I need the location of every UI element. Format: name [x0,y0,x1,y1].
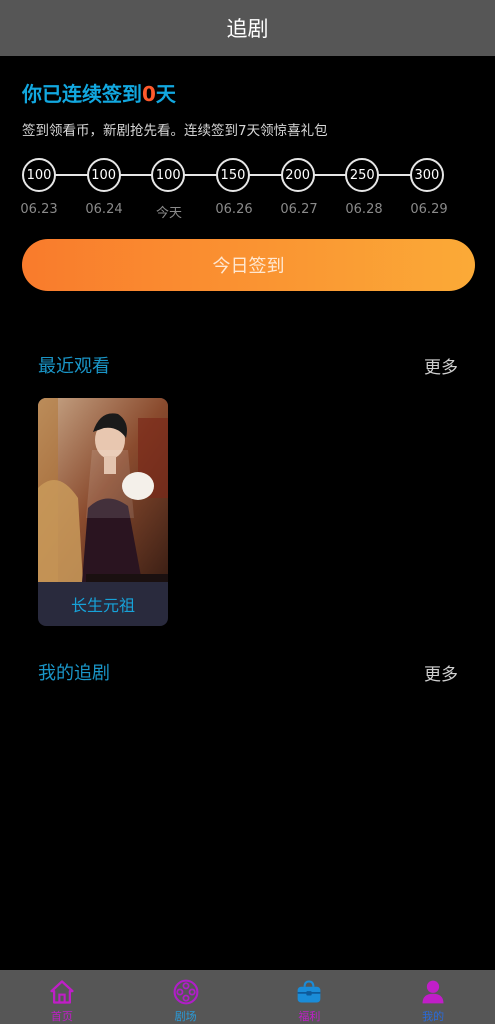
checkin-streak-title: 你已连续签到0天 [22,78,176,107]
nav-item-theater[interactable]: 剧场 [124,970,248,1024]
reward-coin-day-7: 300 [409,158,444,192]
top-bar: 追剧 [0,0,495,56]
checkin-subtitle: 签到领看币，新剧抢先看。连续签到7天领惊喜礼包 [22,123,328,139]
page-title: 追剧 [226,17,269,41]
nav-item-welfare[interactable]: 福利 [248,970,372,1024]
daily-checkin-button-label: 今日签到 [212,256,285,277]
checkin-date-row: 06.23 06.24 今天 06.26 06.27 06.28 06.29 [12,202,456,221]
checkin-days-count: 0 [142,82,156,106]
user-icon [422,980,444,1004]
checkin-title-suffix: 天 [155,82,176,106]
checkin-date-5: 06.27 [280,202,318,217]
checkin-date-1: 06.23 [20,202,58,217]
gift-bag-icon [298,980,321,1003]
drama-card-title: 长生元祖 [70,596,135,615]
following-section-title: 我的追剧 [38,663,110,684]
nav-item-home[interactable]: 首页 [0,970,124,1024]
daily-checkin-button[interactable]: 今日签到 [22,239,475,291]
reward-coin-day-1: 100 [22,158,56,192]
reward-coin-row: 100 100 100 150 200 250 300 [22,158,444,192]
film-reel-icon [173,979,199,1005]
reward-coin-day-4: 150 [215,158,250,192]
drama-poster-thumbnail [38,398,168,582]
checkin-date-2: 06.24 [85,202,123,217]
reward-coin-day-3: 100 [151,158,186,192]
nav-label-mine: 我的 [422,1010,445,1023]
nav-label-theater: 剧场 [174,1010,197,1023]
checkin-date-6: 06.28 [345,202,383,217]
checkin-date-3: 今天 [155,206,182,221]
recent-drama-card[interactable]: 长生元祖 [38,398,168,626]
app-root: 追剧 你已连续签到0天 签到领看币，新剧抢先看。连续签到7天领惊喜礼包 100 … [0,0,495,1024]
reward-coin-day-6: 250 [345,158,380,192]
checkin-date-7: 06.29 [410,202,448,217]
reward-coin-day-2: 100 [86,158,121,192]
nav-label-welfare: 福利 [298,1010,321,1023]
checkin-title-prefix: 你已连续签到 [22,82,142,106]
nav-item-mine[interactable]: 我的 [371,970,495,1024]
checkin-date-4: 06.26 [215,202,253,217]
recent-section-title: 最近观看 [38,356,110,377]
nav-label-home: 首页 [50,1010,73,1023]
reward-coin-day-5: 200 [280,158,315,192]
following-more-link[interactable]: 更多 [424,660,458,685]
recent-more-link[interactable]: 更多 [424,353,458,378]
home-icon [50,980,74,1004]
bottom-navigation: 首页 剧场 福利 我的 [0,970,495,1024]
